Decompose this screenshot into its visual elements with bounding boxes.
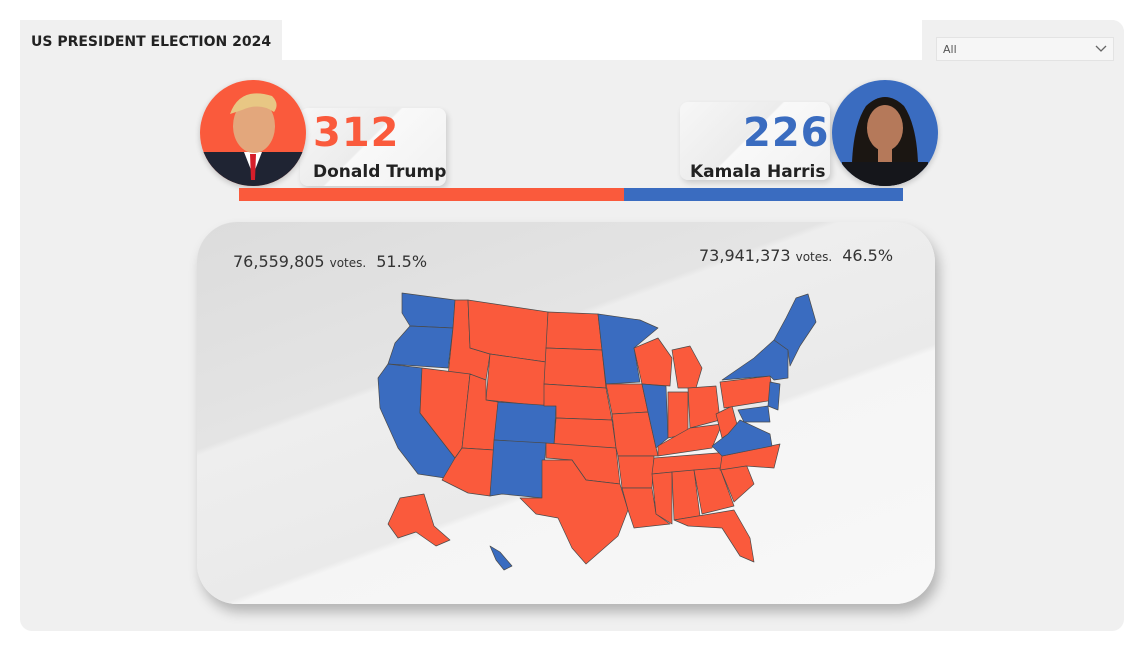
filter-dropdown[interactable]: All — [936, 37, 1114, 61]
state-oregon — [387, 325, 454, 369]
state-wyoming — [485, 353, 547, 407]
harris-vote-count: 73,941,373 — [699, 246, 791, 265]
state-iowa — [605, 383, 649, 415]
harris-vote-percent: 46.5% — [842, 246, 894, 265]
state-michigan — [671, 345, 703, 389]
harris-avatar — [832, 80, 938, 186]
us-electoral-map — [377, 292, 817, 571]
trump-electoral-bar — [239, 188, 624, 201]
state-south-dakota — [543, 347, 607, 389]
chevron-down-icon — [1095, 45, 1107, 52]
state-new-jersey — [767, 381, 781, 411]
panel-notch — [282, 20, 922, 60]
trump-name: Donald Trump — [313, 162, 447, 182]
trump-vote-percent: 51.5% — [376, 252, 428, 271]
harris-electoral-votes: 226 — [743, 110, 830, 156]
filter-selected-value: All — [943, 43, 957, 56]
harris-popular-votes: 73,941,373 votes. 46.5% — [699, 246, 893, 265]
state-hawaii — [489, 545, 513, 571]
state-new-york — [721, 339, 789, 381]
state-new-mexico — [489, 439, 547, 499]
harris-name: Kamala Harris — [690, 162, 826, 182]
state-alaska — [387, 493, 451, 547]
state-north-dakota — [545, 311, 603, 351]
state-florida — [673, 509, 755, 563]
trump-popular-votes: 76,559,805 votes. 51.5% — [233, 252, 427, 271]
state-washington — [401, 292, 456, 329]
state-colorado — [493, 401, 557, 445]
harris-electoral-bar — [624, 188, 903, 201]
trump-vote-count: 76,559,805 — [233, 252, 325, 271]
trump-avatar — [200, 80, 306, 186]
trump-votes-label: votes. — [329, 256, 367, 270]
page-title: US PRESIDENT ELECTION 2024 — [31, 34, 272, 50]
state-arkansas — [617, 455, 655, 489]
harris-votes-label: votes. — [795, 250, 833, 264]
state-kansas — [553, 417, 617, 449]
state-ohio — [687, 385, 721, 429]
trump-electoral-votes: 312 — [313, 110, 400, 156]
state-pennsylvania — [719, 375, 775, 409]
state-maryland — [737, 405, 771, 423]
